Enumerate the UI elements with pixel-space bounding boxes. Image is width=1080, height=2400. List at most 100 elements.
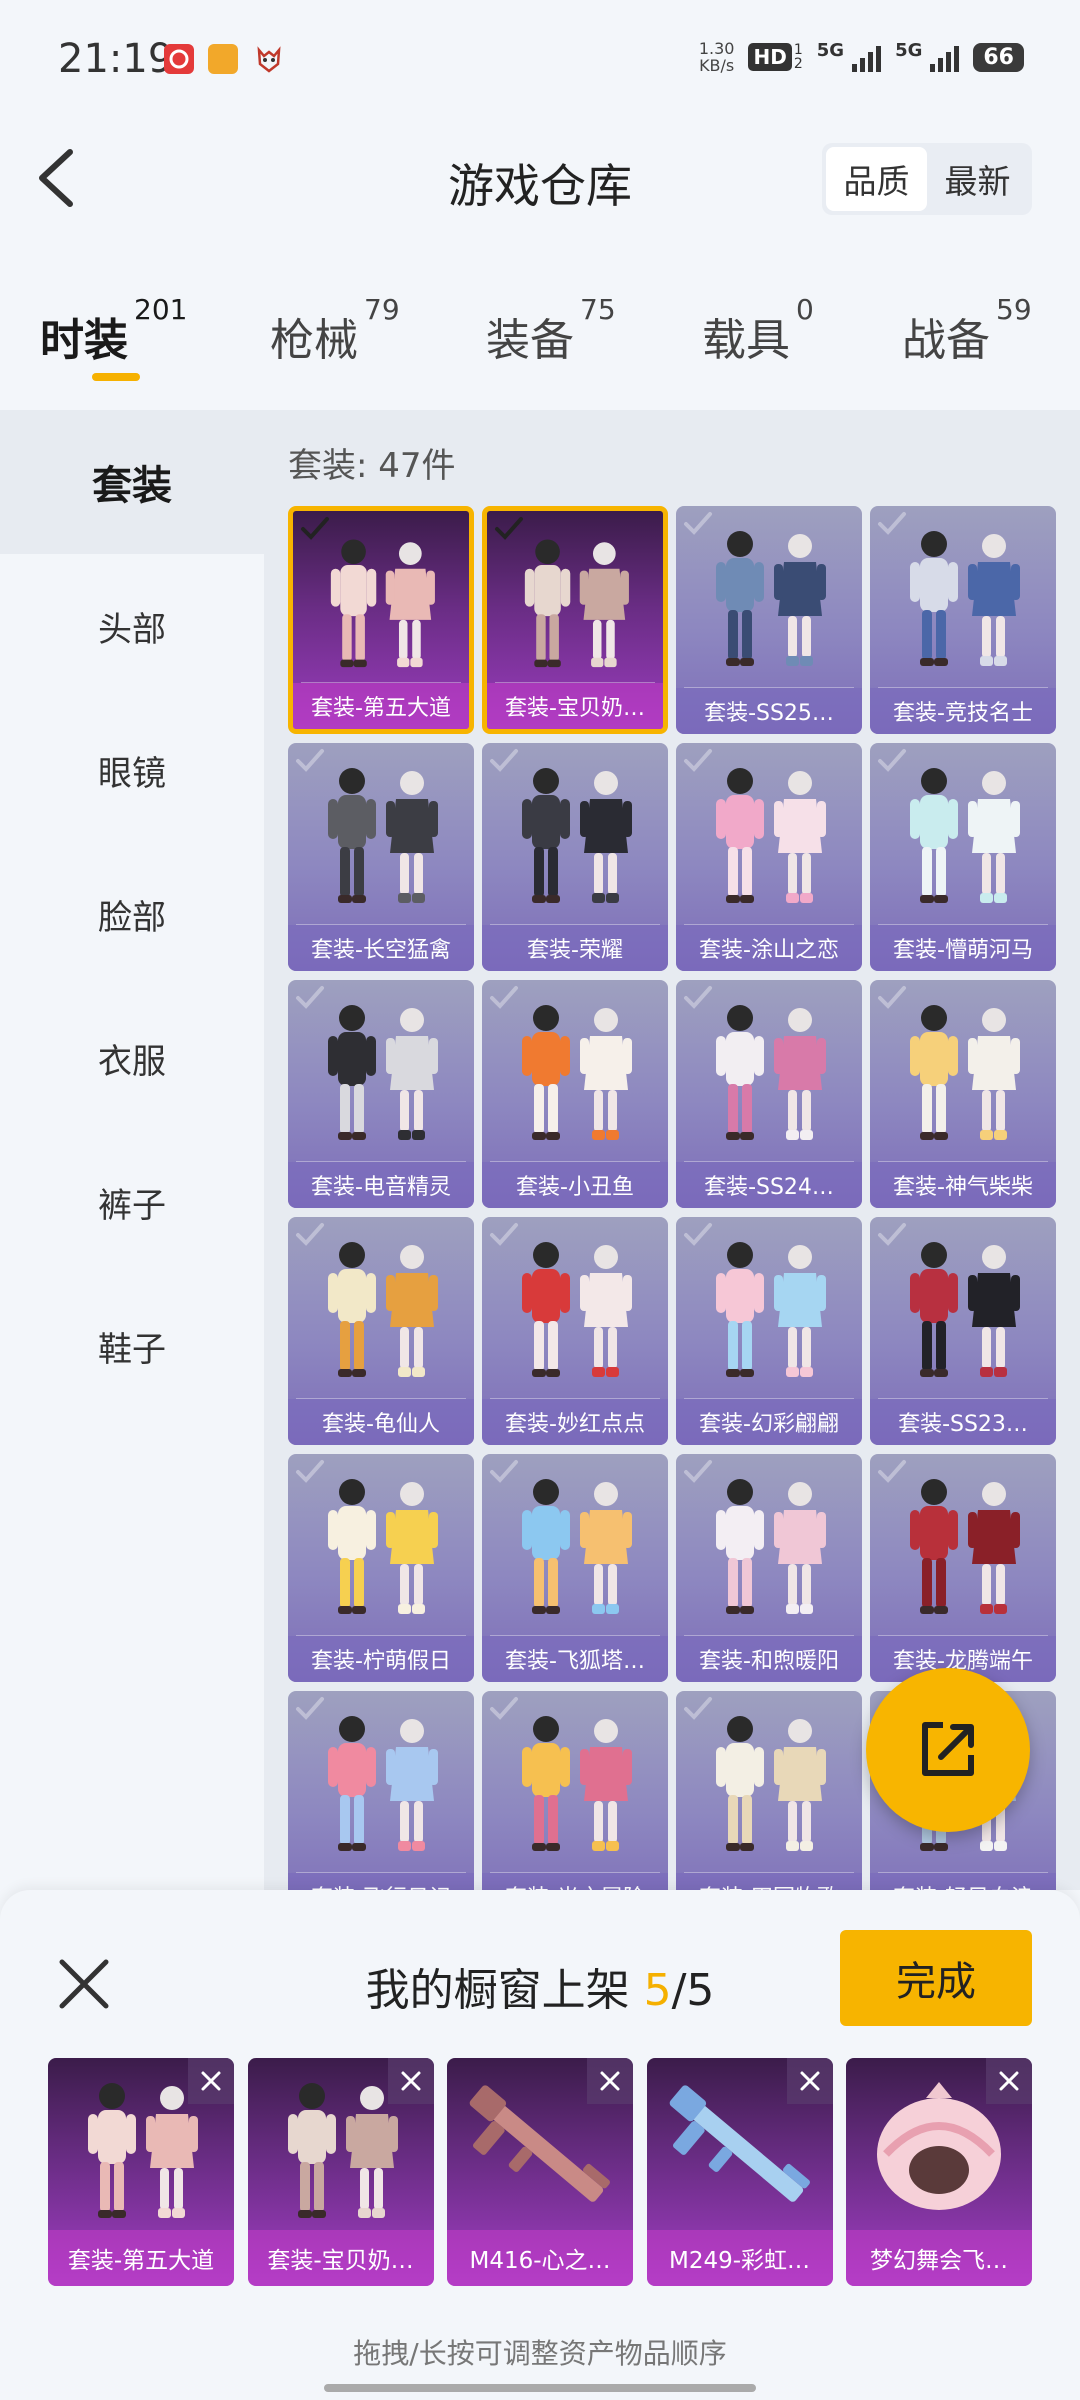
hd-indicator: HD 12 <box>748 43 803 71</box>
outfit-card[interactable]: 套装-涂山之恋 <box>676 743 862 971</box>
showcase-slot-label: 梦幻舞会飞… <box>846 2230 1032 2286</box>
close-icon <box>800 2071 819 2091</box>
close-icon <box>600 2071 620 2091</box>
status-indicators: 1.30 KB/s HD 12 5G 5G 66 <box>699 40 1024 74</box>
checkmark-icon <box>490 1697 518 1720</box>
outfit-card-label: 套装-涂山之恋 <box>676 925 862 971</box>
demon-mask-icon <box>254 44 284 74</box>
net-speed: 1.30 KB/s <box>698 39 735 75</box>
outfit-card-label: 套装-SS23… <box>870 1399 1056 1445</box>
status-time: 21:19 <box>58 36 174 82</box>
outfit-card-label: 套装-幻彩翩翩 <box>676 1399 862 1445</box>
tab-guns[interactable]: 枪械79 <box>270 293 400 368</box>
checkmark-icon <box>684 1223 712 1246</box>
outfit-card-label: 套装-柠萌假日 <box>288 1636 474 1682</box>
showcase-sheet: 我的橱窗上架 5/5 完成 套装-第五大道 套装-宝贝奶… M416-心之… M… <box>0 1890 1080 2400</box>
outfit-card[interactable]: 套装-光之冒险 <box>482 1691 668 1890</box>
sidebar-item-suits[interactable]: 套装 <box>0 410 264 554</box>
outfit-card[interactable]: 套装-荣耀 <box>482 743 668 971</box>
outfit-card[interactable]: 套装-龟仙人 <box>288 1217 474 1445</box>
outfit-card[interactable]: 套装-幻彩翩翩 <box>676 1217 862 1445</box>
active-tab-indicator <box>92 373 140 381</box>
outfit-card[interactable]: 套装-SS25… <box>676 506 862 734</box>
tab-battle-supplies[interactable]: 战备59 <box>902 293 1032 368</box>
tab-equipment[interactable]: 装备75 <box>486 293 616 368</box>
close-icon <box>999 2071 1019 2091</box>
sort-toggle: 品质 最新 <box>822 143 1032 215</box>
game-app-icon <box>208 44 238 74</box>
checkmark-icon <box>684 1697 712 1720</box>
outfit-card[interactable]: 套装-和煦暖阳 <box>676 1454 862 1682</box>
showcase-slot[interactable]: M249-彩虹… <box>646 2058 833 2286</box>
showcase-slot-label: 套装-第五大道 <box>48 2230 234 2286</box>
outfit-card-label: 套装-SS24… <box>676 1162 862 1208</box>
showcase-slot[interactable]: 梦幻舞会飞… <box>846 2058 1032 2286</box>
outfit-card[interactable]: 套装-SS23… <box>870 1217 1056 1445</box>
remove-slot-button[interactable] <box>387 2058 434 2104</box>
outfit-card[interactable]: 套装-飞行日记 <box>288 1691 474 1890</box>
showcase-slot[interactable]: M416-心之… <box>447 2058 633 2286</box>
checkmark-icon <box>684 986 712 1009</box>
outfit-card[interactable]: 套装-竞技名士 <box>870 506 1056 734</box>
sidebar-item-clothes[interactable]: 衣服 <box>0 986 264 1130</box>
showcase-max-count: 5 <box>686 1965 715 2016</box>
showcase-slot-label: M249-彩虹… <box>646 2230 833 2286</box>
outfit-card-label: 套装-飞行日记 <box>288 1873 474 1890</box>
outfit-card[interactable]: 套装-宝贝奶… <box>482 506 668 734</box>
home-indicator <box>324 2384 756 2392</box>
showcase-slot[interactable]: 套装-第五大道 <box>48 2058 234 2286</box>
checkmark-icon <box>296 986 324 1009</box>
remove-slot-button[interactable] <box>188 2058 234 2104</box>
sort-newest-button[interactable]: 最新 <box>927 147 1028 211</box>
outfit-card[interactable]: 套装-柠萌假日 <box>288 1454 474 1682</box>
share-button[interactable] <box>866 1668 1030 1832</box>
checkmark-icon <box>684 1460 712 1483</box>
outfit-card-label: 套装-光之冒险 <box>482 1873 668 1890</box>
checkmark-icon <box>490 986 518 1009</box>
outfit-card-label: 套装-SS25… <box>676 688 862 734</box>
outfit-card-label: 套装-懵萌河马 <box>870 925 1056 971</box>
tab-fashion[interactable]: 时装201 <box>40 293 187 368</box>
remove-slot-button[interactable] <box>786 2058 833 2104</box>
battery-icon: 66 <box>973 42 1024 72</box>
outfit-card-label: 套装-竞技名士 <box>870 688 1056 734</box>
outfit-card-label: 套装-飞狐塔… <box>482 1636 668 1682</box>
remove-slot-button[interactable] <box>587 2058 633 2104</box>
outfit-card-label: 套装-小丑鱼 <box>482 1162 668 1208</box>
sidebar-item-face[interactable]: 脸部 <box>0 842 264 986</box>
outfit-card[interactable]: 套装-第五大道 <box>288 506 474 734</box>
tab-vehicles[interactable]: 载具0 <box>702 293 814 368</box>
sort-quality-button[interactable]: 品质 <box>826 147 927 211</box>
checkmark-icon <box>301 517 329 540</box>
reorder-hint: 拖拽/长按可调整资产物品顺序 <box>353 2337 727 2370</box>
sidebar: 套装 头部 眼镜 脸部 衣服 裤子 鞋子 <box>0 410 264 1890</box>
checkmark-icon <box>490 1460 518 1483</box>
sidebar-item-glasses[interactable]: 眼镜 <box>0 698 264 842</box>
checkmark-icon <box>878 986 906 1009</box>
outfit-card[interactable]: 套装-龙腾端午 <box>870 1454 1056 1682</box>
showcase-slot[interactable]: 套装-宝贝奶… <box>247 2058 434 2286</box>
outfit-card-label: 套装-第五大道 <box>293 683 469 729</box>
sidebar-item-head[interactable]: 头部 <box>0 554 264 698</box>
outfit-card[interactable]: 套装-长空猛禽 <box>288 743 474 971</box>
outfit-card-label: 套装-和煦暖阳 <box>676 1636 862 1682</box>
outfit-card[interactable]: 套装-懵萌河马 <box>870 743 1056 971</box>
close-icon <box>201 2071 221 2091</box>
outfit-card[interactable]: 套装-SS24… <box>676 980 862 1208</box>
outfit-card[interactable]: 套装-田园牧歌 <box>676 1691 862 1890</box>
outfit-card-label: 套装-神气柴柴 <box>870 1162 1056 1208</box>
remove-slot-button[interactable] <box>986 2058 1032 2104</box>
outfit-card[interactable]: 套装-神气柴柴 <box>870 980 1056 1208</box>
outfit-card[interactable]: 套装-小丑鱼 <box>482 980 668 1208</box>
outfit-card[interactable]: 套装-妙红点点 <box>482 1217 668 1445</box>
outfit-card[interactable]: 套装-飞狐塔… <box>482 1454 668 1682</box>
outfit-card-label: 套装-宝贝奶… <box>487 683 663 729</box>
status-bar: 21:19 1.30 KB/s HD 12 5G 5G 66 <box>0 0 1080 120</box>
sidebar-item-shoes[interactable]: 鞋子 <box>0 1274 264 1418</box>
done-button[interactable]: 完成 <box>840 1930 1032 2026</box>
checkmark-icon <box>296 1223 324 1246</box>
checkmark-icon <box>878 512 906 535</box>
outfit-card[interactable]: 套装-电音精灵 <box>288 980 474 1208</box>
sidebar-item-pants[interactable]: 裤子 <box>0 1130 264 1274</box>
checkmark-icon <box>490 749 518 772</box>
